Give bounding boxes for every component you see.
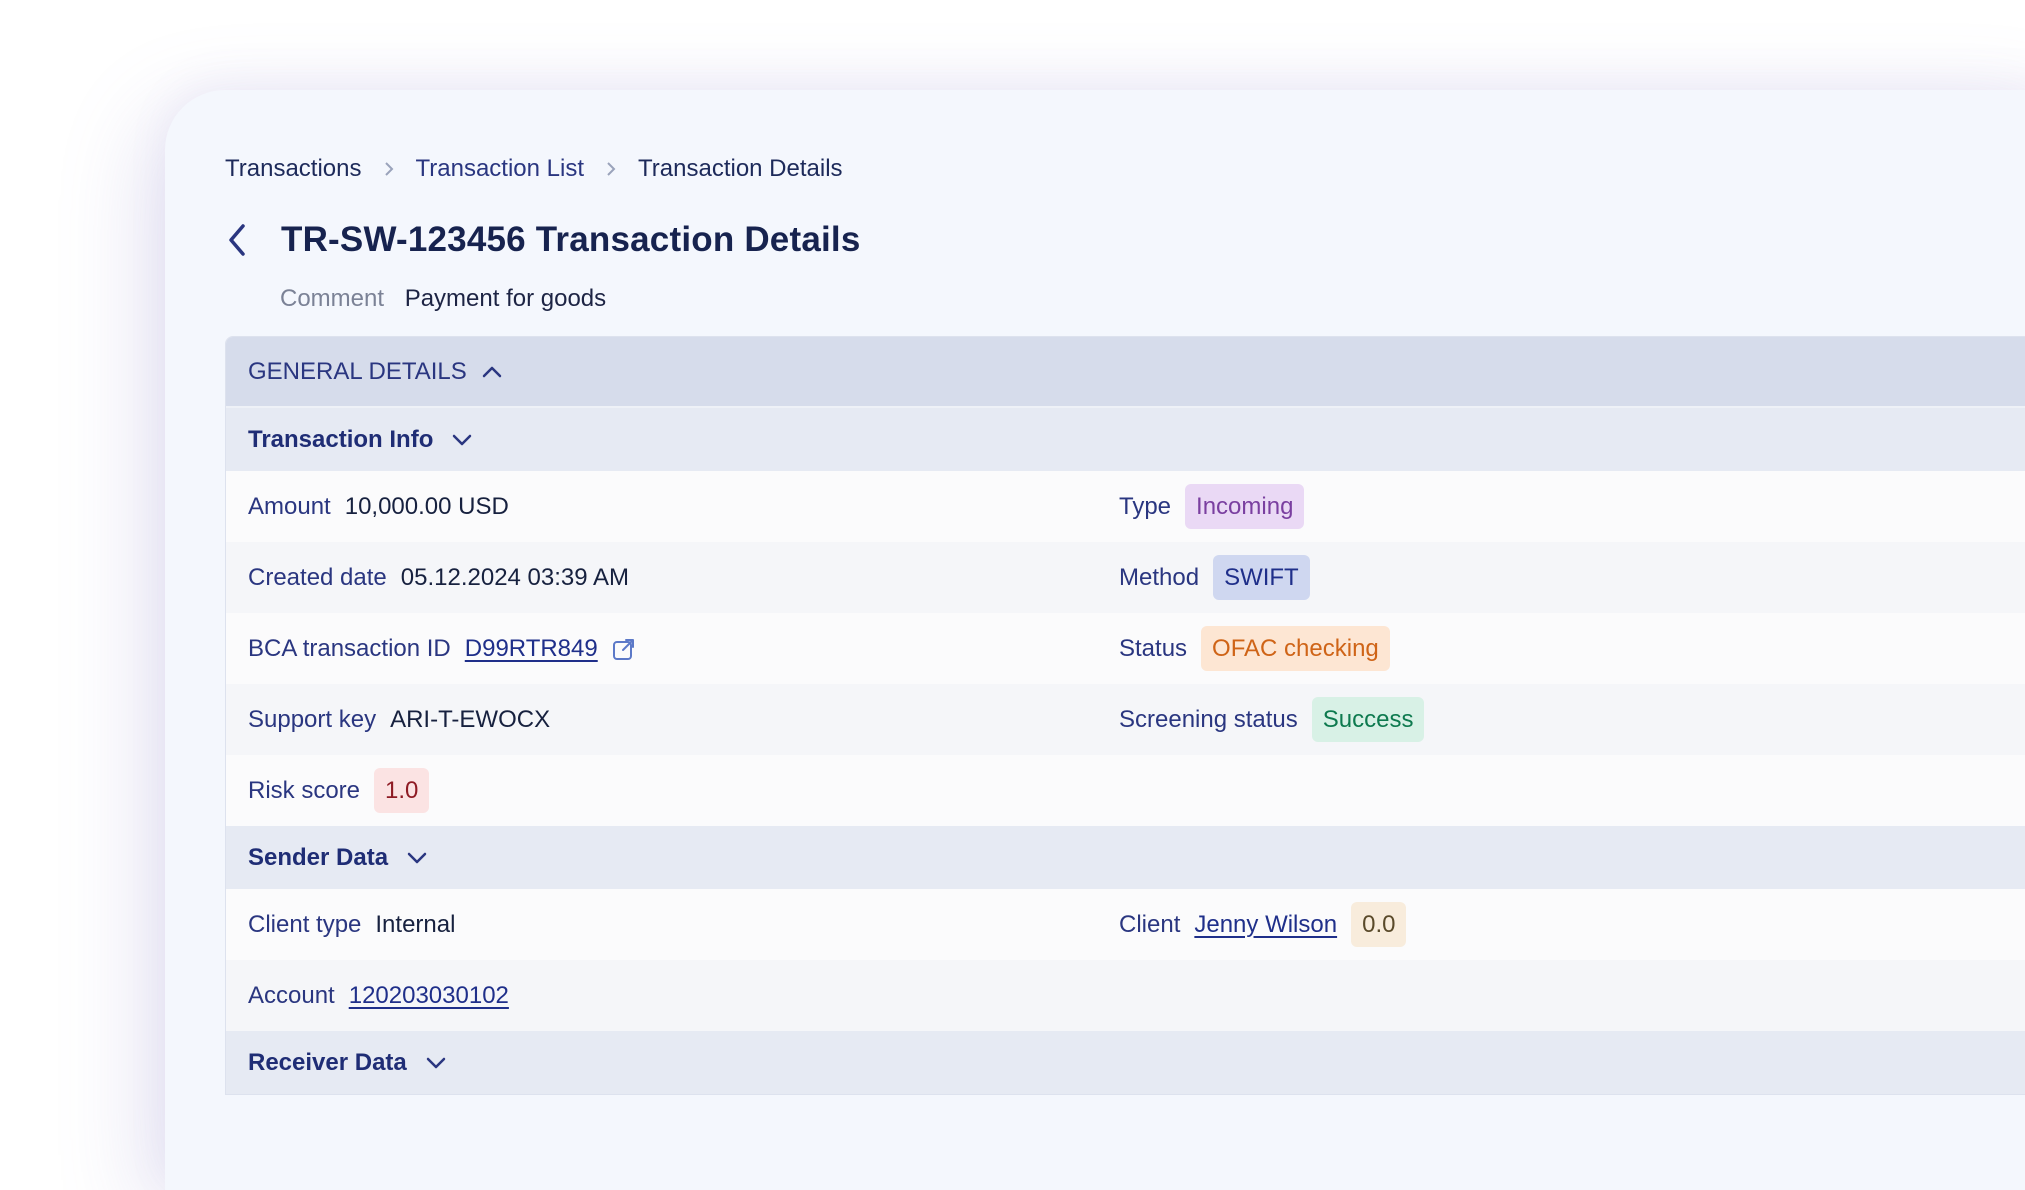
method-badge: SWIFT [1213,555,1310,600]
field-value: ARI-T-EWOCX [390,705,551,733]
type-field: Type Incoming [1119,471,1305,542]
sender-data-title: Sender Data [248,843,389,871]
table-row: Amount 10,000.00 USD Type Incoming [226,471,2025,542]
field-label: Amount [248,492,331,520]
field-label: Type [1119,492,1172,520]
receiver-data-title: Receiver Data [248,1048,407,1076]
comment-label: Comment [280,285,385,312]
table-row: Client type Internal Client Jenny Wilson… [226,889,2025,960]
bca-transaction-id-link[interactable]: D99RTR849 [465,635,598,663]
client-score-badge: 0.0 [1351,902,1407,947]
account-link[interactable]: 120203030102 [349,982,509,1010]
table-row: Created date 05.12.2024 03:39 AM Method … [226,542,2025,613]
field-value: Internal [375,910,456,938]
table-row: Support key ARI-T-EWOCX Screening status… [226,684,2025,755]
field-label: Created date [248,563,387,591]
chevron-left-icon [229,224,245,256]
table-row: Risk score 1.0 [226,755,2025,826]
chevron-down-icon [451,433,473,447]
table-row: BCA transaction ID D99RTR849 Status OFAC… [226,613,2025,684]
breadcrumb-item-transaction-details: Transaction Details [638,155,843,182]
chevron-right-icon [384,161,394,177]
method-field: Method SWIFT [1119,542,1310,613]
screening-status-badge: Success [1311,697,1425,742]
breadcrumb: Transactions Transaction List Transactio… [225,155,843,183]
transaction-info-title: Transaction Info [248,425,434,453]
table-row: Account 120203030102 [226,960,2025,1031]
client-link[interactable]: Jenny Wilson [1194,911,1337,939]
client-field: Client Jenny Wilson 0.0 [1119,889,1407,960]
back-button[interactable] [225,215,265,265]
risk-score-badge: 1.0 [374,768,430,813]
title-row: TR-SW-123456 Transaction Details [225,215,861,265]
support-key-field: Support key ARI-T-EWOCX [248,684,550,755]
general-details-panel: GENERAL DETAILS Transaction Info Amount … [225,336,2025,1095]
bca-transaction-id-field: BCA transaction ID D99RTR849 [248,613,636,684]
transaction-info-header[interactable]: Transaction Info [226,408,2025,471]
field-label: Risk score [248,776,361,804]
created-date-field: Created date 05.12.2024 03:39 AM [248,542,629,613]
type-badge: Incoming [1185,484,1305,529]
chevron-right-icon [606,161,616,177]
risk-score-field: Risk score 1.0 [248,755,430,826]
screening-status-field: Screening status Success [1119,684,1425,755]
field-label: Method [1119,563,1200,591]
field-value: 05.12.2024 03:39 AM [400,563,629,591]
chevron-down-icon [425,1056,447,1070]
comment: Comment Payment for goods [280,285,606,313]
receiver-data-header[interactable]: Receiver Data [226,1031,2025,1094]
external-link-icon[interactable] [612,637,636,661]
field-label: Client [1119,910,1181,938]
account-field: Account 120203030102 [248,960,509,1031]
details-card: Transactions Transaction List Transactio… [165,90,2025,1190]
status-field: Status OFAC checking [1119,613,1390,684]
breadcrumb-item-transactions[interactable]: Transactions [225,155,362,183]
field-value: 10,000.00 USD [344,492,509,520]
general-details-header[interactable]: GENERAL DETAILS [226,337,2025,408]
field-label: Account [248,981,335,1009]
chevron-up-icon [481,365,503,379]
chevron-down-icon [406,851,428,865]
field-label: Status [1119,634,1188,662]
comment-value: Payment for goods [404,285,607,312]
field-label: Support key [248,705,377,733]
general-details-title: GENERAL DETAILS [248,357,467,385]
field-label: Client type [248,910,362,938]
sender-data-header[interactable]: Sender Data [226,826,2025,889]
page-title: TR-SW-123456 Transaction Details [281,220,861,259]
field-label: Screening status [1119,705,1298,733]
field-label: BCA transaction ID [248,634,451,662]
amount-field: Amount 10,000.00 USD [248,471,509,542]
status-badge: OFAC checking [1201,626,1390,671]
client-type-field: Client type Internal [248,889,455,960]
breadcrumb-item-transaction-list[interactable]: Transaction List [416,155,585,183]
